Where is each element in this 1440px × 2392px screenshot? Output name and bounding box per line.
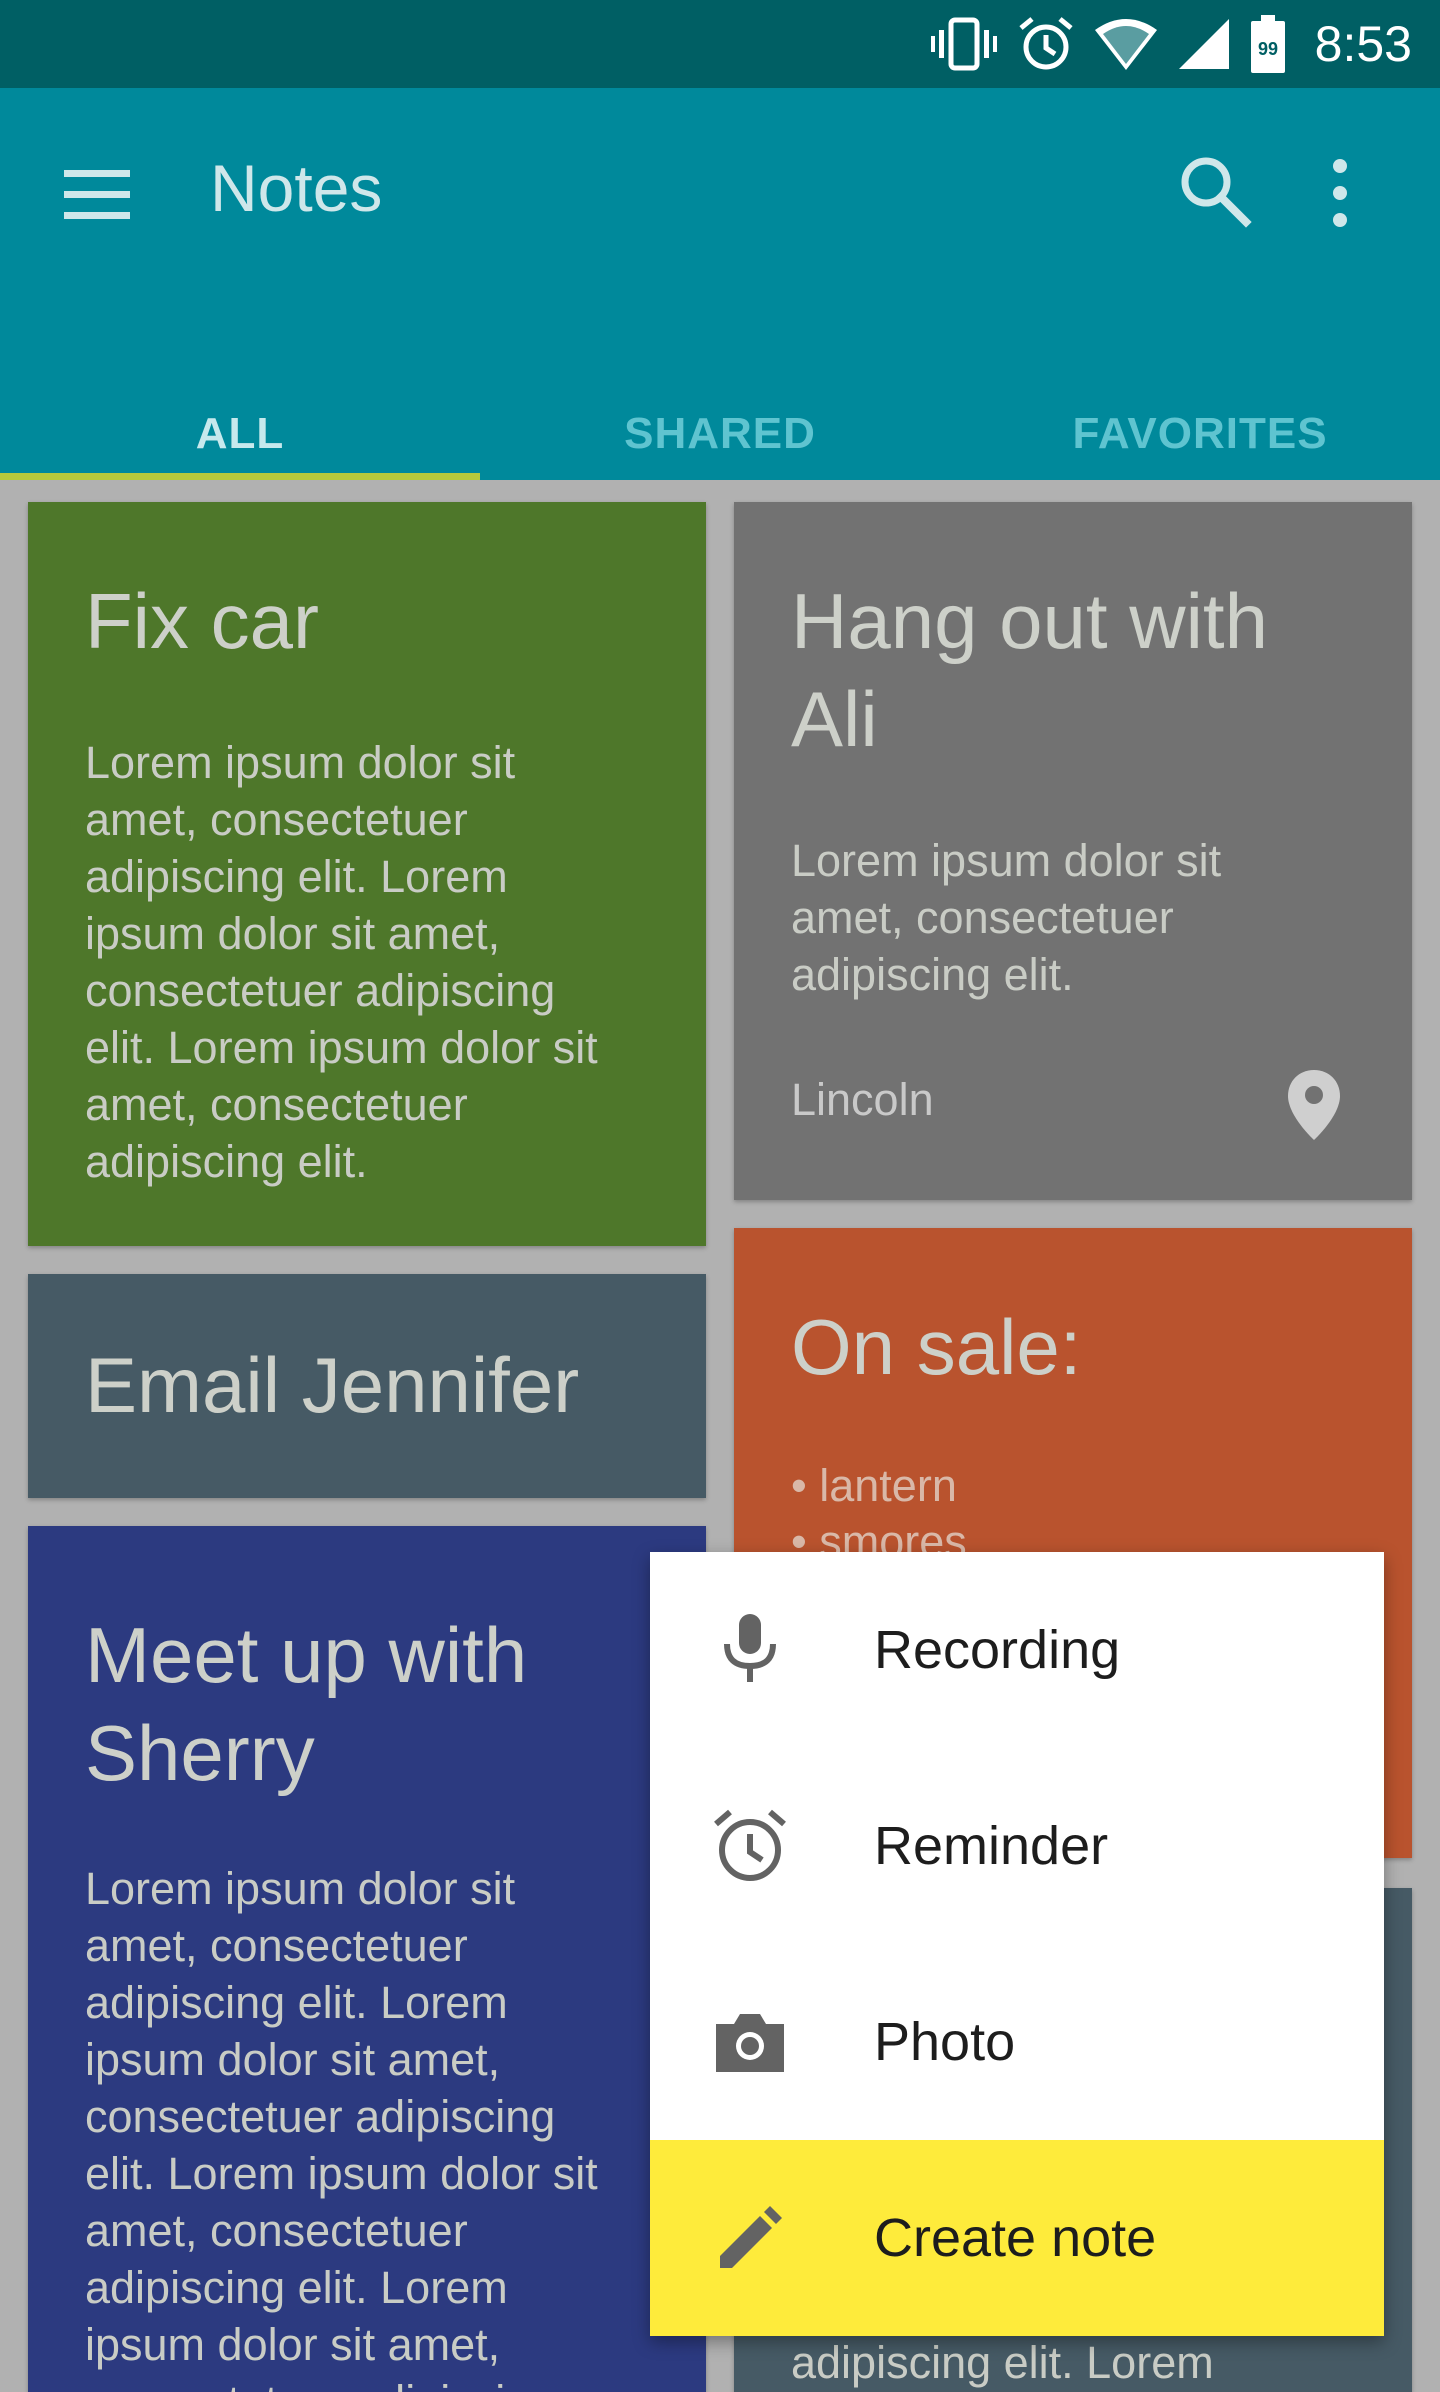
vibrate-icon — [930, 17, 997, 71]
app-bar: Notes ALL SHARED FAVORITES — [0, 88, 1440, 480]
tab-bar: ALL SHARED FAVORITES — [0, 388, 1440, 480]
menu-item-label: Create note — [874, 2208, 1157, 2268]
cell-signal-icon — [1178, 19, 1229, 69]
alarm-icon — [1019, 17, 1073, 70]
page-title: Notes — [210, 151, 383, 225]
menu-item-recording[interactable]: Recording — [650, 1552, 1384, 1748]
note-title: On sale: — [791, 1303, 1082, 1391]
status-icons: 99 8:53 — [930, 0, 1412, 88]
note-title: Fix car — [85, 577, 319, 665]
note-card-email[interactable]: Email Jennifer — [28, 1274, 706, 1498]
note-body: adipiscing elit. Lorem — [791, 2337, 1214, 2388]
menu-item-photo[interactable]: Photo — [650, 1944, 1384, 2140]
note-title: Hang out with Ali — [791, 577, 1268, 763]
note-card-sherry[interactable]: Meet up with Sherry Lorem ipsum dolor si… — [28, 1526, 706, 2392]
note-title: Meet up with Sherry — [85, 1611, 528, 1797]
note-location: Lincoln — [791, 1074, 934, 1125]
menu-item-label: Recording — [874, 1620, 1121, 1680]
mic-icon — [724, 1614, 776, 1682]
tab-favorites[interactable]: FAVORITES — [960, 388, 1440, 480]
note-card-fix-car[interactable]: Fix car Lorem ipsum dolor sit amet, cons… — [28, 502, 706, 1246]
tab-shared[interactable]: SHARED — [480, 388, 960, 480]
alarm-icon — [714, 1809, 786, 1881]
battery-level: 99 — [1258, 39, 1278, 59]
menu-icon[interactable] — [62, 160, 132, 230]
more-vert-icon[interactable] — [1320, 156, 1360, 230]
note-title: Email Jennifer — [85, 1341, 580, 1429]
search-icon[interactable] — [1176, 152, 1256, 232]
menu-item-reminder[interactable]: Reminder — [650, 1748, 1384, 1944]
note-body: Lorem ipsum dolor sit amet, consectetuer… — [85, 1863, 598, 2392]
tab-all[interactable]: ALL — [0, 388, 480, 480]
camera-icon — [716, 2014, 784, 2072]
note-body: Lorem ipsum dolor sit amet, consectetuer… — [85, 737, 598, 1187]
location-pin-icon — [1288, 1070, 1340, 1140]
battery-icon: 99 — [1250, 15, 1285, 73]
status-bar: 99 8:53 — [0, 0, 1440, 88]
note-card-hang-out[interactable]: Hang out with Ali Lorem ipsum dolor sit … — [734, 502, 1412, 1200]
clock: 8:53 — [1314, 16, 1412, 72]
pencil-icon — [720, 2206, 782, 2268]
list-item: • lantern — [791, 1460, 957, 1511]
menu-item-create-note[interactable]: Create note — [650, 2140, 1384, 2336]
wifi-icon — [1094, 19, 1157, 70]
note-body: Lorem ipsum dolor sit amet, consectetuer… — [791, 835, 1222, 1000]
menu-item-label: Reminder — [874, 1816, 1109, 1876]
menu-item-label: Photo — [874, 2012, 1016, 2072]
create-menu-popup: Recording Reminder Photo Create note — [650, 1552, 1384, 2336]
